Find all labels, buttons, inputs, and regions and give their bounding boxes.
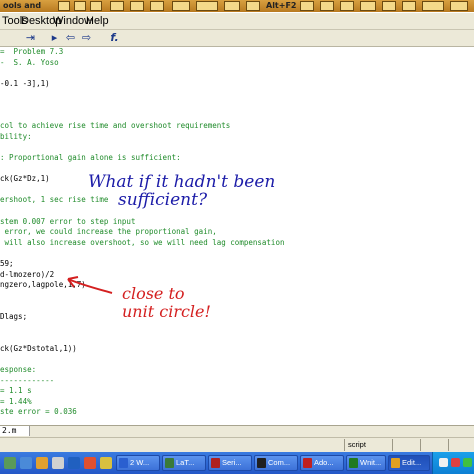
code-line[interactable]: = 1.44% [0, 397, 32, 407]
strip-shortcut-label[interactable]: Alt+F2 [266, 0, 297, 12]
handwritten-note-question-line1: What if it hadn't been [88, 172, 276, 192]
handwritten-note-close-line2: unit circle! [122, 302, 211, 321]
status-divider [344, 439, 345, 451]
status-divider [448, 439, 449, 451]
menu-help[interactable]: Help [86, 14, 109, 28]
back-icon[interactable]: ⇦ [64, 32, 77, 44]
taskbar-button-label: Edit... [402, 458, 422, 467]
taskbar-button[interactable]: Edit... [388, 455, 430, 471]
handwritten-arrow-icon [67, 276, 113, 294]
code-line[interactable]: Dlags; [0, 312, 27, 322]
status-mode-label: script [348, 440, 366, 449]
app-icon [391, 458, 400, 468]
taskbar-button[interactable]: 2 W... [116, 455, 160, 471]
menubar: Tools Desktop Window Help [0, 13, 474, 30]
launcher-icon[interactable] [340, 1, 354, 11]
run-icon[interactable]: ▸ [48, 32, 61, 44]
quick-launch-icon[interactable] [4, 457, 16, 469]
quick-launch-icon[interactable] [52, 457, 64, 469]
function-icon[interactable]: f. [108, 32, 121, 44]
code-line[interactable]: d-lmozero)/2 [0, 270, 54, 280]
code-line[interactable]: 59; [0, 259, 14, 269]
launcher-icon[interactable] [224, 1, 240, 11]
code-line[interactable]: = 1.1 s [0, 386, 32, 396]
code-editor[interactable]: = Problem 7.3- S. A. Yoso -0.1 -3],1) col … [0, 47, 474, 425]
cell-mode-icon[interactable]: ⇥ [24, 32, 37, 44]
quick-launch-icon[interactable] [36, 457, 48, 469]
app-icon [303, 458, 312, 468]
status-bar: script [0, 437, 474, 452]
taskbar-button[interactable]: Com... [254, 455, 298, 471]
code-line[interactable]: ershoot, 1 sec rise time [0, 195, 108, 205]
taskbar-button-label: Seri... [222, 458, 242, 467]
code-line[interactable]: ------------ [0, 376, 54, 386]
launcher-icon[interactable] [58, 1, 70, 11]
editor-toolbar: ⇥ ▸ ⇦ ⇨ f. [0, 30, 474, 47]
launcher-icon[interactable] [246, 1, 260, 11]
app-launcher-strip: ools and Alt+F2 [0, 0, 474, 12]
tray-icon[interactable] [439, 458, 448, 467]
launcher-icon[interactable] [74, 1, 86, 11]
launcher-icon[interactable] [450, 1, 468, 11]
taskbar-button-label: 2 W... [130, 458, 150, 467]
handwritten-note-question-line2: sufficient? [118, 190, 208, 210]
taskbar-button[interactable]: Wnit... [346, 455, 386, 471]
launcher-icon[interactable] [196, 1, 218, 11]
taskbar-button-label: LaT... [176, 458, 195, 467]
app-icon [257, 458, 266, 468]
launcher-icon[interactable] [360, 1, 376, 11]
forward-icon[interactable]: ⇨ [80, 32, 93, 44]
code-line[interactable]: error, we could increase the proportiona… [0, 227, 217, 237]
tray-icon[interactable] [463, 458, 472, 467]
code-line[interactable]: : Proportional gain alone is sufficient: [0, 153, 181, 163]
launcher-icon[interactable] [422, 1, 444, 11]
file-tab-bar: 2.m [0, 425, 474, 437]
status-divider [420, 439, 421, 451]
app-icon [165, 458, 174, 468]
app-icon [119, 458, 128, 468]
launcher-icon[interactable] [130, 1, 144, 11]
taskbar-button[interactable]: LaT... [162, 455, 206, 471]
launcher-icon[interactable] [90, 1, 102, 11]
quick-launch-icon[interactable] [84, 457, 96, 469]
taskbar-button-label: Ado... [314, 458, 334, 467]
launcher-icon[interactable] [320, 1, 334, 11]
code-line[interactable]: = Problem 7.3 [0, 47, 63, 57]
code-line[interactable]: esponse: [0, 365, 36, 375]
quick-launch-icon[interactable] [20, 457, 32, 469]
code-line[interactable]: stem 0.007 error to step input [0, 217, 135, 227]
system-tray [432, 452, 474, 474]
tray-icon[interactable] [451, 458, 460, 467]
app-icon [349, 458, 358, 468]
taskbar-button[interactable]: Seri... [208, 455, 252, 471]
code-line[interactable]: ste error = 0.036 [0, 407, 77, 417]
file-tab[interactable]: 2.m [0, 426, 30, 436]
taskbar-button[interactable]: Ado... [300, 455, 344, 471]
taskbar-button-label: Wnit... [360, 458, 382, 467]
launcher-icon[interactable] [150, 1, 164, 11]
strip-window-label[interactable]: ools and [3, 0, 41, 12]
app-icon [211, 458, 220, 468]
code-line[interactable]: ck(Gz*Dstotal,1)) [0, 344, 77, 354]
code-line[interactable]: will also increase overshoot, so we will… [0, 238, 285, 248]
code-line[interactable]: - S. A. Yoso [0, 58, 59, 68]
launcher-icon[interactable] [110, 1, 124, 11]
code-line[interactable]: col to achieve rise time and overshoot r… [0, 121, 230, 131]
taskbar-button-label: Com... [268, 458, 291, 467]
quick-launch-icon[interactable] [100, 457, 112, 469]
launcher-icon[interactable] [300, 1, 314, 11]
handwritten-note-close-line1: close to [122, 284, 185, 303]
status-divider [392, 439, 393, 451]
code-line[interactable]: bility: [0, 132, 32, 142]
launcher-icon[interactable] [172, 1, 190, 11]
quick-launch-icon[interactable] [68, 457, 80, 469]
code-line[interactable]: -0.1 -3],1) [0, 79, 50, 89]
code-line[interactable]: ck(Gz*Dz,1) [0, 174, 50, 184]
launcher-icon[interactable] [402, 1, 416, 11]
launcher-icon[interactable] [382, 1, 396, 11]
taskbar: 2 W... LaT... Seri... Com... Ado... Wnit... Ed… [0, 452, 474, 474]
